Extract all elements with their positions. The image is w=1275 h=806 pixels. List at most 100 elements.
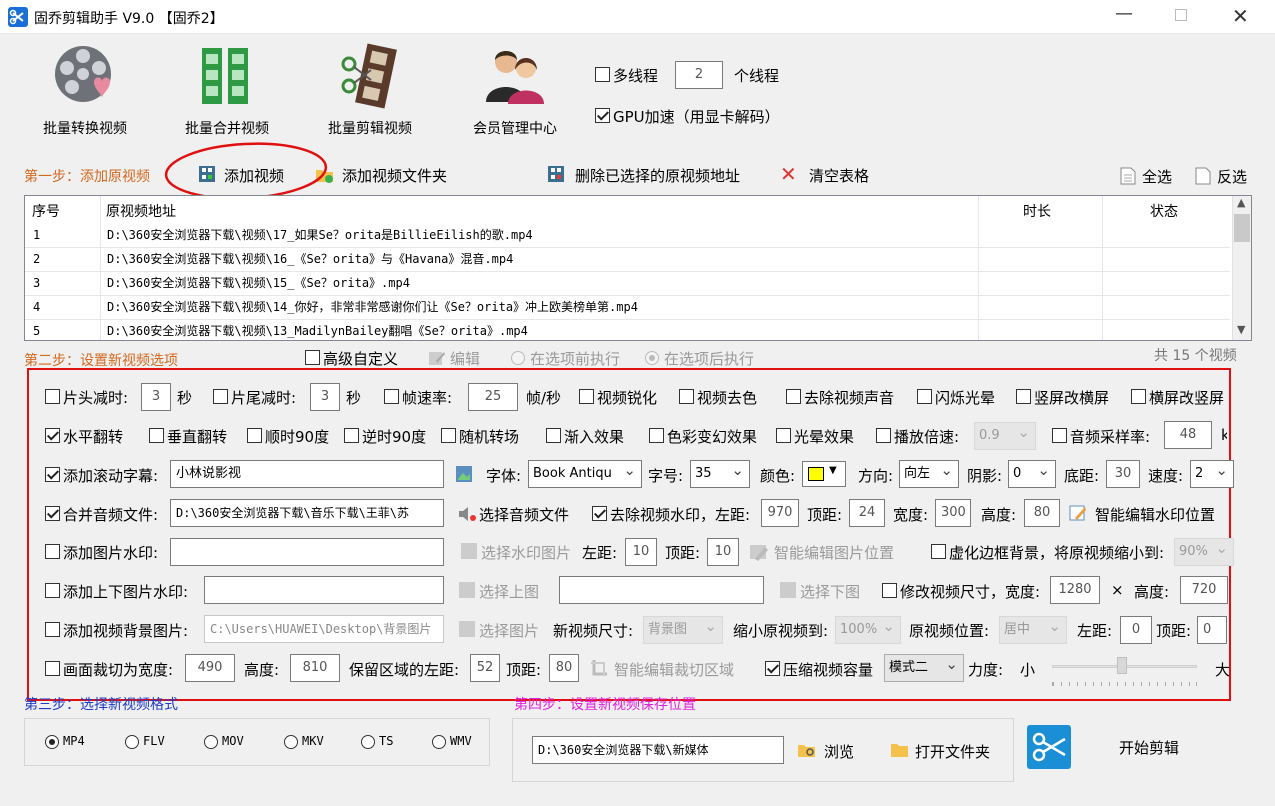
speed-checkbox[interactable]	[876, 428, 891, 443]
resize-height-input[interactable]: 720	[1180, 576, 1228, 604]
remove-audio-checkbox[interactable]	[786, 389, 801, 404]
format-wmv-radio[interactable]	[432, 735, 446, 749]
advanced-checkbox[interactable]	[305, 350, 320, 365]
table-row[interactable]: 1 D:\360安全浏览器下载\视频\17_如果Se？orita是BillieEi…	[25, 224, 1230, 248]
top-bottom-watermark-checkbox[interactable]	[45, 583, 60, 598]
background-path-input[interactable]: C:\Users\HUAWEI\Desktop\背景图片	[204, 615, 444, 643]
choose-background-button[interactable]: 选择图片	[479, 620, 539, 641]
color-picker[interactable]: ▼	[802, 461, 846, 487]
blur-border-checkbox[interactable]	[931, 544, 946, 559]
fps-input[interactable]: 25	[468, 383, 518, 411]
hflip-checkbox[interactable]	[45, 428, 60, 443]
crop-checkbox[interactable]	[45, 661, 60, 676]
wm-left-input[interactable]: 970	[761, 499, 799, 527]
format-flv-radio[interactable]	[125, 735, 139, 749]
tail-cut-checkbox[interactable]	[213, 389, 228, 404]
random-transition-checkbox[interactable]	[441, 428, 456, 443]
keep-left-input[interactable]: 52	[470, 654, 500, 682]
choose-audio-button[interactable]: 选择音频文件	[479, 504, 569, 525]
member-center-button[interactable]: 会员管理中心	[460, 42, 570, 142]
table-row[interactable]: 5 D:\360安全浏览器下载\视频\13_MadilynBailey翻唱《Se？…	[25, 320, 1230, 340]
top-image-input[interactable]	[204, 576, 444, 604]
smart-crop-button[interactable]: 智能编辑裁切区域	[614, 659, 734, 680]
resize-checkbox[interactable]	[882, 583, 897, 598]
format-ts-radio[interactable]	[361, 735, 375, 749]
wm-width-input[interactable]: 300	[935, 499, 971, 527]
force-slider-thumb[interactable]	[1117, 657, 1127, 674]
compress-mode-select[interactable]: 模式二	[884, 654, 964, 682]
wm-top-input[interactable]: 24	[849, 499, 885, 527]
img-top-input[interactable]: 10	[707, 538, 739, 566]
resize-width-input[interactable]: 1280	[1050, 576, 1100, 604]
choose-watermark-image-button[interactable]: 选择水印图片	[481, 542, 571, 563]
start-edit-button[interactable]: 开始剪辑	[1025, 723, 1215, 773]
bottom-margin-input[interactable]: 30	[1106, 460, 1140, 488]
scroll-subtitle-checkbox[interactable]	[45, 467, 60, 482]
keep-top-input[interactable]: 80	[549, 654, 579, 682]
blur-scale-select[interactable]: 90%	[1174, 538, 1234, 566]
flash-checkbox[interactable]	[917, 389, 932, 404]
batch-convert-button[interactable]: 批量转换视频	[30, 42, 140, 142]
table-row[interactable]: 2 D:\360安全浏览器下载\视频\16_《Se？orita》与《Havana》…	[25, 248, 1230, 272]
smart-watermark-button[interactable]: 智能编辑水印位置	[1095, 504, 1215, 525]
save-path-input[interactable]: D:\360安全浏览器下载\新媒体	[532, 736, 784, 764]
crop-width-input[interactable]: 490	[185, 654, 235, 682]
position-select[interactable]: 居中	[999, 616, 1067, 644]
fps-checkbox[interactable]	[384, 389, 399, 404]
halo-checkbox[interactable]	[776, 428, 791, 443]
merge-audio-checkbox[interactable]	[45, 506, 60, 521]
batch-merge-button[interactable]: 批量合并视频	[172, 42, 282, 142]
speed-select[interactable]: 0.9	[974, 422, 1036, 450]
smart-image-position-button[interactable]: 智能编辑图片位置	[774, 542, 894, 563]
head-cut-input[interactable]: 3	[141, 383, 171, 411]
open-folder-button[interactable]: 打开文件夹	[915, 741, 990, 762]
after-radio[interactable]	[645, 351, 659, 365]
head-cut-checkbox[interactable]	[45, 389, 60, 404]
wm-height-input[interactable]: 80	[1024, 499, 1060, 527]
minimize-icon[interactable]: —	[1115, 3, 1133, 24]
shadow-select[interactable]: 0	[1008, 460, 1056, 488]
img-left-input[interactable]: 10	[625, 538, 657, 566]
before-radio[interactable]	[511, 351, 525, 365]
shrink-select[interactable]: 100%	[835, 616, 901, 644]
scroll-thumb[interactable]	[1234, 214, 1250, 242]
batch-edit-button[interactable]: 批量剪辑视频	[315, 42, 425, 142]
multithread-checkbox[interactable]	[595, 67, 610, 82]
crop-height-input[interactable]: 810	[290, 654, 340, 682]
thread-count-input[interactable]: 2	[675, 61, 723, 89]
choose-bottom-image-button[interactable]: 选择下图	[800, 581, 860, 602]
pos-left-input[interactable]: 0	[1120, 616, 1152, 644]
size-select[interactable]: 35	[690, 460, 750, 488]
new-size-select[interactable]: 背景图	[643, 616, 723, 644]
to-portrait-checkbox[interactable]	[1131, 389, 1146, 404]
audio-path-input[interactable]: D:\360安全浏览器下载\音乐下载\王菲\苏	[170, 499, 444, 527]
scroll-up-icon[interactable]: ▲	[1237, 196, 1245, 209]
font-select[interactable]: Book Antiqu	[528, 460, 642, 488]
image-watermark-input[interactable]	[170, 538, 444, 566]
remove-watermark-checkbox[interactable]	[592, 506, 607, 521]
vflip-checkbox[interactable]	[149, 428, 164, 443]
compress-checkbox[interactable]	[765, 661, 780, 676]
cw90-checkbox[interactable]	[247, 428, 262, 443]
scroll-speed-select[interactable]: 2	[1190, 460, 1234, 488]
format-mp4-radio[interactable]	[45, 735, 59, 749]
gpu-checkbox[interactable]	[595, 108, 610, 123]
bottom-image-input[interactable]	[559, 576, 764, 604]
table-row[interactable]: 3 D:\360安全浏览器下载\视频\15_《Se？orita》.mp4	[25, 272, 1230, 296]
tail-cut-input[interactable]: 3	[310, 383, 340, 411]
scroll-down-icon[interactable]: ▼	[1237, 323, 1245, 336]
color-change-checkbox[interactable]	[649, 428, 664, 443]
pos-top-input[interactable]: 0	[1197, 616, 1227, 644]
table-scrollbar[interactable]: ▲ ▼	[1232, 196, 1251, 340]
subtitle-text-input[interactable]: 小林说影视	[170, 460, 444, 488]
direction-select[interactable]: 向左	[899, 460, 959, 488]
table-row[interactable]: 4 D:\360安全浏览器下载\视频\14_你好，非常非常感谢你们让《Se？ori…	[25, 296, 1230, 320]
format-mkv-radio[interactable]	[284, 735, 298, 749]
format-mov-radio[interactable]	[204, 735, 218, 749]
to-landscape-checkbox[interactable]	[1016, 389, 1031, 404]
image-edit-icon[interactable]	[455, 465, 473, 483]
fade-checkbox[interactable]	[546, 428, 561, 443]
ccw90-checkbox[interactable]	[344, 428, 359, 443]
browse-button[interactable]: 浏览	[824, 741, 854, 762]
decolor-checkbox[interactable]	[679, 389, 694, 404]
